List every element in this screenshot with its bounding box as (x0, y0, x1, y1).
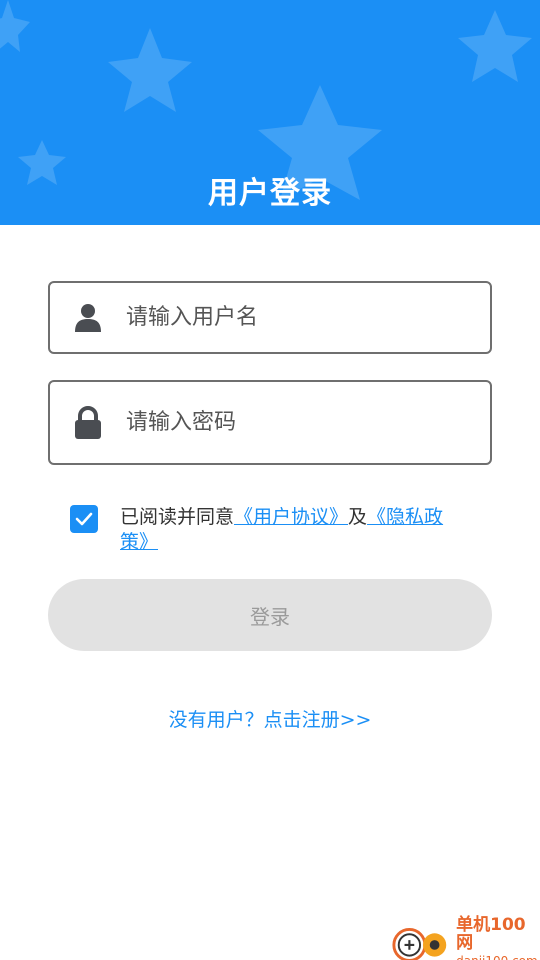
agreement-checkbox[interactable] (70, 505, 98, 533)
register-link[interactable]: 没有用户？点击注册>> (0, 705, 540, 732)
lock-icon (50, 405, 126, 440)
agreement-text: 已阅读并同意《用户协议》及《隐私政策》 (120, 505, 470, 555)
user-icon (50, 303, 126, 333)
agreement-connector: 及 (348, 506, 368, 528)
password-field[interactable] (48, 380, 492, 465)
agreement-prefix: 已阅读并同意 (120, 506, 235, 528)
user-agreement-link[interactable]: 《用户协议》 (234, 506, 348, 528)
check-icon (75, 512, 93, 526)
username-field[interactable] (48, 281, 492, 354)
login-button[interactable]: 登录 (48, 579, 492, 651)
username-input[interactable] (126, 283, 490, 352)
header-banner: 用户登录 (0, 0, 540, 225)
watermark-cn: 单机100网 (456, 915, 526, 953)
password-input[interactable] (126, 382, 490, 463)
page-title: 用户登录 (208, 176, 332, 211)
watermark-en: danji100.com (456, 952, 540, 960)
agreement-row: 已阅读并同意《用户协议》及《隐私政策》 (70, 505, 470, 555)
watermark: 单机100网 danji100.com (390, 916, 540, 960)
watermark-logo-icon (392, 927, 447, 960)
